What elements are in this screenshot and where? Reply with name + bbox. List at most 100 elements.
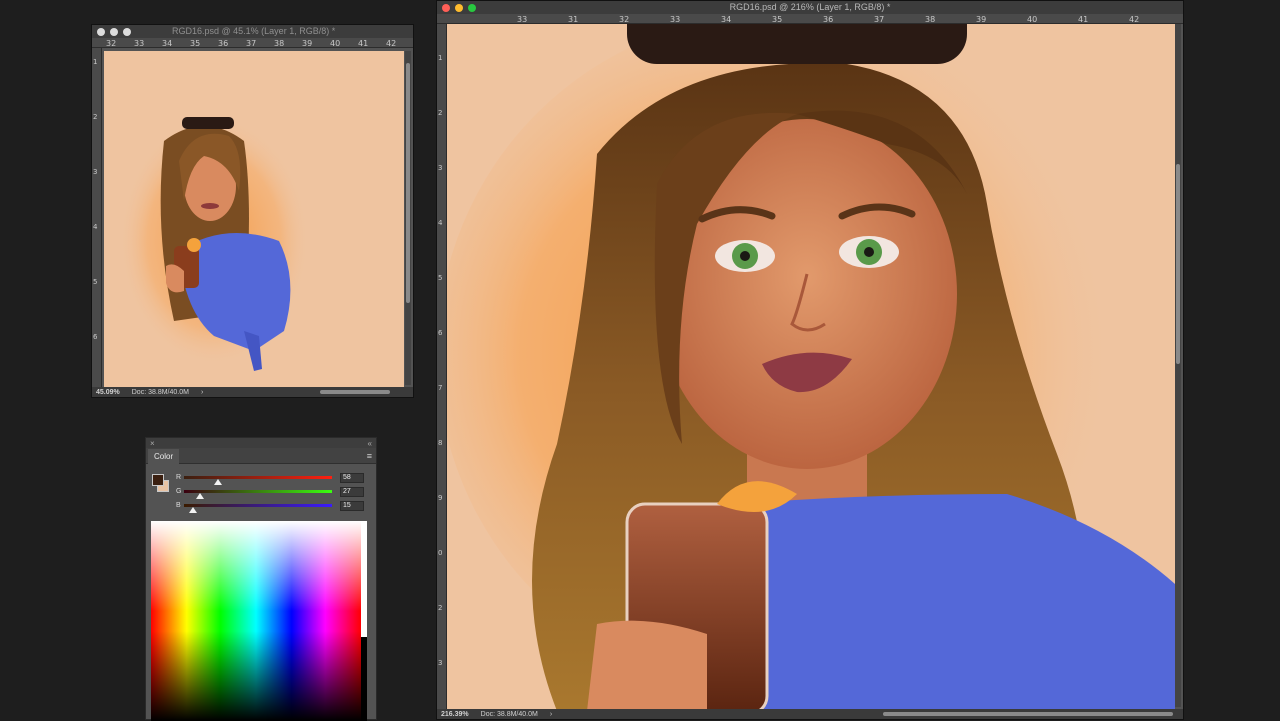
ruler-tick-label: 3 — [438, 164, 443, 172]
main-vertical-scrollbar[interactable] — [1175, 24, 1181, 707]
minimize-icon[interactable] — [455, 3, 463, 12]
right-pupil — [864, 247, 874, 257]
ruler-tick-label: 34 — [721, 15, 732, 24]
green-value-field[interactable]: 27 — [340, 487, 364, 497]
zoom-icon[interactable] — [468, 3, 476, 12]
ruler-tick-label: 39 — [302, 39, 313, 48]
ruler-tick-label: 38 — [925, 15, 936, 24]
main-window-controls — [437, 3, 476, 12]
main-left-ruler: 1 2 3 4 5 6 7 8 9 0 2 3 — [437, 24, 447, 709]
ruler-tick-label: 38 — [274, 39, 285, 48]
small-canvas[interactable] — [104, 51, 404, 388]
small-horizontal-scroll-thumb[interactable] — [320, 390, 390, 394]
main-zoom-level[interactable]: 216.39% — [441, 711, 469, 718]
ruler-tick-label: 7 — [438, 384, 443, 392]
hand — [587, 620, 707, 711]
main-window-titlebar[interactable] — [437, 1, 1183, 14]
ruler-tick-label: 1 — [438, 54, 443, 62]
blue-slider[interactable]: B 15 — [176, 501, 364, 513]
close-icon[interactable] — [97, 27, 105, 36]
ruler-tick-label: 40 — [330, 39, 341, 48]
color-panel-header: × « — [146, 438, 376, 448]
ruler-tick-label: 3 — [93, 168, 98, 176]
ruler-tick-label: 6 — [438, 329, 443, 337]
ruler-tick-label: 35 — [190, 39, 201, 48]
main-canvas[interactable] — [447, 24, 1175, 711]
ruler-tick-label: 2 — [438, 604, 443, 612]
left-pupil — [740, 251, 750, 261]
main-document-window[interactable]: RGD16.psd @ 216% (Layer 1, RGB/8) * 33 31… — [436, 0, 1184, 720]
tab-color[interactable]: Color — [148, 449, 180, 464]
ruler-tick-label: 5 — [438, 274, 443, 282]
collapse-icon[interactable]: « — [368, 439, 372, 448]
main-status-bar: 216.39% Doc: 38.8M/40.0M › — [437, 709, 1183, 719]
sunglasses — [182, 117, 234, 129]
small-status-arrow[interactable]: › — [201, 389, 203, 396]
zoom-icon[interactable] — [123, 27, 131, 36]
ruler-tick-label: 39 — [976, 15, 987, 24]
small-zoom-level[interactable]: 45.09% — [96, 389, 120, 396]
blue-slider-thumb[interactable] — [188, 507, 197, 513]
color-panel: × « Color ≡ R 58 G 27 B 15 — [145, 437, 377, 721]
small-top-ruler: 32 33 34 35 36 37 38 39 40 41 42 — [92, 38, 413, 48]
blue-slider-track[interactable] — [184, 504, 332, 507]
ruler-tick-label: 4 — [438, 219, 443, 227]
main-horizontal-scroll-thumb[interactable] — [883, 712, 1173, 716]
green-slider-thumb[interactable] — [195, 493, 204, 499]
small-left-ruler: 1 2 3 4 5 6 — [92, 48, 102, 387]
ruler-tick-label: 40 — [1027, 15, 1038, 24]
grayscale-strip[interactable] — [361, 521, 367, 721]
small-vertical-scroll-thumb[interactable] — [406, 63, 410, 303]
ruler-tick-label: 36 — [218, 39, 229, 48]
ruler-tick-label: 4 — [93, 223, 98, 231]
ruler-tick-label: 31 — [568, 15, 579, 24]
ruler-tick-label: 36 — [823, 15, 834, 24]
ruler-tick-label: 3 — [438, 659, 443, 667]
ruler-tick-label: 35 — [772, 15, 783, 24]
red-slider-track[interactable] — [184, 476, 332, 479]
small-document-window[interactable]: RGD16.psd @ 45.1% (Layer 1, RGB/8) * 32 3… — [91, 24, 414, 398]
ruler-tick-label: 32 — [106, 39, 117, 48]
ruler-tick-label: 9 — [438, 494, 443, 502]
ruler-tick-label: 41 — [358, 39, 369, 48]
red-value-field[interactable]: 58 — [340, 473, 364, 483]
ruler-tick-label: 0 — [438, 549, 443, 557]
main-vertical-scroll-thumb[interactable] — [1176, 164, 1180, 364]
green-slider-label: G — [176, 488, 182, 495]
ruler-tick-label: 5 — [93, 278, 98, 286]
minimize-icon[interactable] — [110, 27, 118, 36]
blue-slider-label: B — [176, 502, 181, 509]
main-top-ruler: 33 31 32 33 34 35 36 37 38 39 40 41 42 — [437, 14, 1183, 24]
foreground-color-swatch[interactable] — [152, 474, 164, 486]
main-doc-size: Doc: 38.8M/40.0M — [480, 710, 538, 718]
green-slider[interactable]: G 27 — [176, 487, 364, 499]
ruler-tick-label: 37 — [246, 39, 257, 48]
ruler-tick-label: 2 — [93, 113, 98, 121]
small-status-bar: 45.09% Doc: 38.8M/40.0M › — [92, 387, 413, 397]
close-icon[interactable] — [442, 3, 450, 12]
main-status-arrow[interactable]: › — [550, 711, 552, 718]
ruler-tick-label: 33 — [134, 39, 145, 48]
ruler-tick-label: 41 — [1078, 15, 1089, 24]
ruler-tick-label: 33 — [517, 15, 528, 24]
red-slider[interactable]: R 58 — [176, 473, 364, 485]
color-spectrum-picker[interactable] — [151, 521, 367, 721]
small-window-controls — [92, 27, 131, 36]
ruler-tick-label: 37 — [874, 15, 885, 24]
red-slider-thumb[interactable] — [213, 479, 222, 485]
ruler-tick-label: 1 — [93, 58, 98, 66]
green-slider-track[interactable] — [184, 490, 332, 493]
lemon-slice — [187, 238, 201, 252]
close-icon[interactable]: × — [150, 439, 155, 448]
panel-menu-icon[interactable]: ≡ — [367, 451, 372, 461]
small-window-titlebar[interactable] — [92, 25, 413, 38]
small-doc-size: Doc: 38.8M/40.0M — [131, 388, 189, 396]
lips — [201, 203, 219, 209]
blue-value-field[interactable]: 15 — [340, 501, 364, 511]
ruler-tick-label: 33 — [670, 15, 681, 24]
ruler-tick-label: 2 — [438, 109, 443, 117]
ruler-tick-label: 6 — [93, 333, 98, 341]
red-slider-label: R — [176, 474, 182, 481]
small-vertical-scrollbar[interactable] — [405, 51, 411, 385]
ruler-tick-label: 34 — [162, 39, 173, 48]
